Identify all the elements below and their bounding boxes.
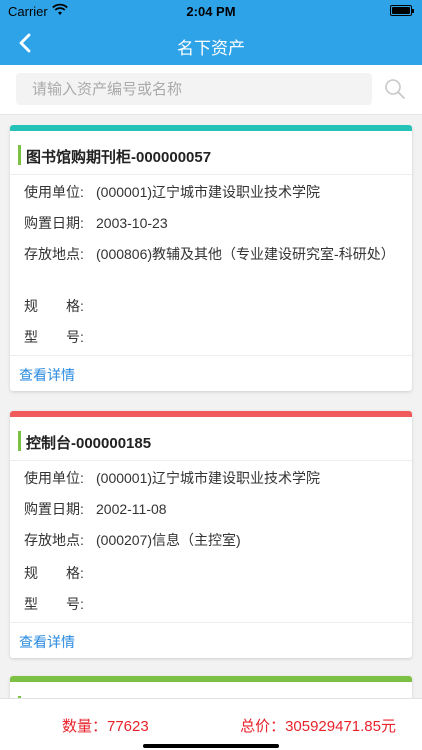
unit-label: 使用单位: bbox=[24, 470, 84, 486]
title-accent bbox=[18, 145, 21, 165]
date-value: 2003-10-23 bbox=[96, 215, 168, 231]
unit-value: (000001)辽宁城市建设职业技术学院 bbox=[96, 184, 321, 200]
status-bar: Carrier 2:04 PM bbox=[0, 0, 422, 22]
spec-row: 规 格: bbox=[10, 561, 412, 592]
summary-bar: 数量：77623 总价：305929471.85元 bbox=[0, 698, 422, 750]
card-header bbox=[10, 682, 412, 698]
total-price: 总价：305929471.85元 bbox=[240, 718, 396, 735]
view-details-link[interactable]: 查看详情 bbox=[19, 632, 75, 652]
location-value: (000207)信息（主控室) bbox=[96, 532, 241, 548]
card-header: 控制台-000000185 bbox=[10, 417, 412, 461]
spec-value bbox=[96, 296, 398, 325]
model-label: 型 号: bbox=[24, 329, 84, 345]
asset-card bbox=[10, 676, 412, 698]
date-row: 购置日期: 2002-11-08 bbox=[10, 499, 412, 530]
date-label: 购置日期: bbox=[24, 215, 84, 231]
date-value: 2002-11-08 bbox=[96, 501, 167, 517]
spec-row: 规 格: bbox=[10, 294, 412, 325]
location-value: (000806)教辅及其他（专业建设研究室-科研处） bbox=[96, 246, 395, 262]
search-bar bbox=[0, 65, 422, 115]
location-label: 存放地点: bbox=[24, 532, 84, 548]
location-row: 存放地点: (000207)信息（主控室) bbox=[10, 530, 412, 561]
title-accent bbox=[18, 431, 21, 451]
model-row: 型 号: bbox=[10, 325, 412, 355]
model-label: 型 号: bbox=[24, 596, 84, 612]
asset-card: 图书馆购期刊柜-000000057 使用单位: (000001)辽宁城市建设职业… bbox=[10, 125, 412, 391]
date-row: 购置日期: 2003-10-23 bbox=[10, 213, 412, 244]
total-quantity: 数量：77623 bbox=[62, 718, 149, 735]
home-indicator bbox=[143, 744, 279, 748]
asset-name: 控制台-000000185 bbox=[26, 435, 152, 452]
nav-bar: 名下资产 bbox=[0, 22, 422, 65]
unit-row: 使用单位: (000001)辽宁城市建设职业技术学院 bbox=[10, 468, 412, 499]
search-icon[interactable] bbox=[384, 78, 406, 100]
spec-label: 规 格: bbox=[24, 565, 84, 581]
card-header: 图书馆购期刊柜-000000057 bbox=[10, 131, 412, 175]
model-row: 型 号: bbox=[10, 592, 412, 622]
card-footer: 查看详情 bbox=[10, 622, 412, 658]
search-input[interactable] bbox=[16, 73, 372, 105]
location-row: 存放地点: (000806)教辅及其他（专业建设研究室-科研处） bbox=[10, 244, 412, 294]
card-footer: 查看详情 bbox=[10, 355, 412, 391]
unit-row: 使用单位: (000001)辽宁城市建设职业技术学院 bbox=[10, 182, 412, 213]
unit-label: 使用单位: bbox=[24, 184, 84, 200]
asset-name: 图书馆购期刊柜-000000057 bbox=[26, 149, 212, 166]
spec-value bbox=[96, 563, 398, 592]
unit-value: (000001)辽宁城市建设职业技术学院 bbox=[96, 470, 321, 486]
battery-icon bbox=[390, 5, 414, 16]
model-value bbox=[96, 327, 398, 355]
model-value bbox=[96, 594, 398, 622]
page-title: 名下资产 bbox=[177, 39, 245, 58]
asset-list: 图书馆购期刊柜-000000057 使用单位: (000001)辽宁城市建设职业… bbox=[0, 125, 422, 698]
location-label: 存放地点: bbox=[24, 246, 84, 262]
status-time: 2:04 PM bbox=[186, 4, 236, 19]
spec-label: 规 格: bbox=[24, 298, 84, 314]
date-label: 购置日期: bbox=[24, 501, 84, 517]
asset-card: 控制台-000000185 使用单位: (000001)辽宁城市建设职业技术学院… bbox=[10, 411, 412, 658]
view-details-link[interactable]: 查看详情 bbox=[19, 365, 75, 385]
